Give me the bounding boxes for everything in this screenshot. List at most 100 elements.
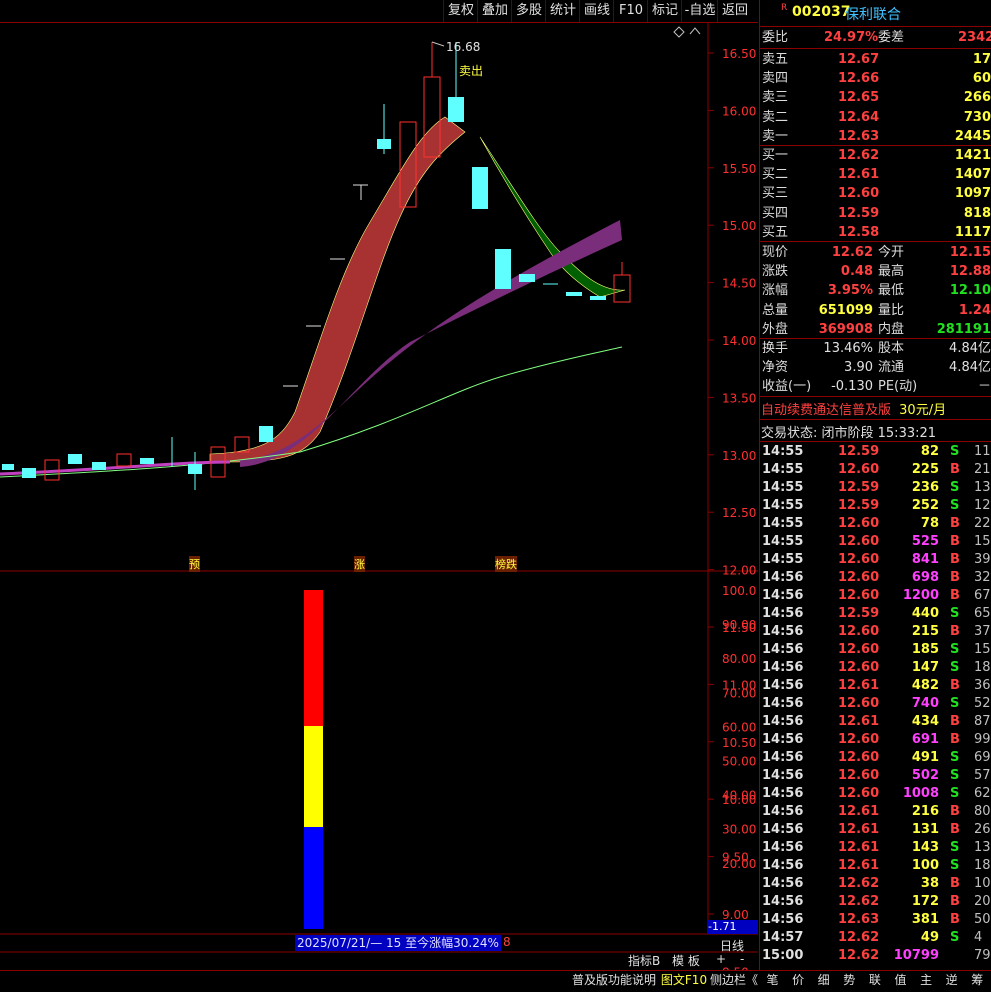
tick-count: 57 — [974, 768, 991, 783]
tick-price: 12.60 — [838, 732, 880, 747]
template-button[interactable]: 模 板 — [672, 952, 700, 969]
tick-time: 14:56 — [762, 750, 804, 765]
side-tab-6[interactable]: 主 — [914, 970, 939, 991]
tick-count: 18 — [974, 858, 991, 873]
tick-count: 50 — [974, 912, 991, 927]
side-tab-2[interactable]: 细 — [811, 970, 836, 991]
stat-row: 总量 651099 量比 1.24 — [762, 301, 991, 320]
tick-row: 14:57 12.62 49 S 4 — [762, 929, 991, 947]
tick-price: 12.62 — [838, 948, 880, 963]
tick-count: 18 — [974, 660, 991, 675]
bid-volume: 1117 — [954, 224, 991, 240]
tick-volume: 82 — [920, 444, 939, 459]
tick-price: 12.62 — [838, 894, 880, 909]
tick-time: 14:56 — [762, 768, 804, 783]
zoom-out-button[interactable]: - — [740, 952, 744, 966]
ask-row: 卖四 12.66 60 — [762, 69, 991, 88]
tick-row: 14:56 12.61 216 B 80 — [762, 803, 991, 821]
weibi-row: 委比 24.97% 委差 2342 — [762, 28, 991, 47]
indicator-tick: 80.00 — [722, 652, 756, 666]
tick-time: 14:56 — [762, 804, 804, 819]
stat-label: 现价 — [762, 245, 789, 260]
ask-price: 12.64 — [838, 109, 880, 125]
tick-count: 65 — [974, 606, 991, 621]
toolbar-button-2[interactable]: 多股 — [511, 0, 546, 22]
stat-label: 外盘 — [762, 321, 789, 337]
tick-time: 14:56 — [762, 714, 804, 729]
f10-link[interactable]: 图文F10 — [660, 970, 708, 991]
ask-price: 12.67 — [838, 52, 880, 67]
stat-row: 净资 3.90 流通 4.84亿 — [762, 358, 991, 377]
toolbar-button-7[interactable]: -自选 — [681, 0, 718, 22]
ask-label: 卖五 — [762, 52, 789, 67]
stat-label: 流通 — [878, 360, 905, 376]
price-tick: 15.50 — [722, 162, 756, 176]
bid-price: 12.61 — [838, 167, 880, 183]
toolbar-button-5[interactable]: F10 — [613, 0, 648, 22]
tick-time: 14:55 — [762, 552, 804, 567]
side-tab-7[interactable]: 逆 — [939, 970, 964, 991]
tick-row: 14:56 12.61 100 S 18 — [762, 857, 991, 875]
bid-volume: 1097 — [954, 186, 991, 202]
side-tab-0[interactable]: 笔 — [760, 970, 785, 991]
zoom-in-button[interactable]: + — [716, 952, 726, 966]
stat-value: 12.88 — [949, 264, 991, 280]
ask-volume: 266 — [963, 90, 991, 106]
side-tab-5[interactable]: 值 — [888, 970, 913, 991]
sell-signal: 卖出 — [459, 64, 484, 78]
promo[interactable]: 自动续费通达信普及版 30元/月 — [761, 399, 946, 418]
tick-volume: 381 — [911, 912, 939, 927]
tick-price: 12.60 — [838, 570, 880, 585]
tick-row: 14:56 12.61 434 B 87 — [762, 713, 991, 731]
tick-volume: 1008 — [902, 786, 939, 801]
tick-count: 22 — [974, 516, 991, 531]
tick-volume: 143 — [911, 840, 939, 855]
tick-time: 14:56 — [762, 642, 804, 657]
chevron-up-icon — [689, 27, 701, 35]
tick-price: 12.61 — [838, 840, 880, 855]
tick-count: 87 — [974, 714, 991, 729]
help-link[interactable]: 普及版功能说明 — [570, 970, 658, 991]
tick-time: 14:57 — [762, 930, 804, 945]
side-tab-8[interactable]: 筹 — [965, 970, 990, 991]
bid-label: 买四 — [762, 205, 789, 221]
tick-count: 11 — [974, 444, 991, 459]
tick-volume: 434 — [911, 714, 939, 729]
tick-side: S — [950, 786, 960, 801]
toolbar-button-6[interactable]: 标记 — [647, 0, 682, 22]
side-tab-3[interactable]: 势 — [837, 970, 862, 991]
stat-value: 369908 — [818, 321, 873, 337]
tick-volume: 502 — [911, 768, 939, 783]
tick-row: 14:56 12.60 698 B 32 — [762, 569, 991, 587]
toolbar-button-3[interactable]: 统计 — [545, 0, 580, 22]
period-button[interactable]: 日线 — [720, 937, 744, 954]
tick-count: 52 — [974, 696, 991, 711]
side-tab-4[interactable]: 联 — [862, 970, 887, 991]
sidebar-toggle[interactable]: 侧边栏《 — [708, 970, 760, 991]
indicator-tick: 40.00 — [722, 789, 756, 803]
tick-time: 14:56 — [762, 786, 804, 801]
tick-row: 14:56 12.61 131 B 26 — [762, 821, 991, 839]
tick-volume: 100 — [911, 858, 939, 873]
tick-side: S — [950, 660, 960, 675]
tick-time: 14:56 — [762, 858, 804, 873]
toolbar-button-8[interactable]: 返回 — [717, 0, 752, 22]
kline-chart[interactable]: 16.50 16.00 15.50 15.00 14.50 14.00 13.50 13.00… — [0, 22, 758, 970]
tick-side: B — [950, 912, 960, 927]
toolbar-button-1[interactable]: 叠加 — [477, 0, 512, 22]
tick-side: B — [950, 714, 960, 729]
tick-count: 15 — [974, 534, 991, 549]
toolbar-button-0[interactable]: 复权 — [443, 0, 478, 22]
stat-label: 内盘 — [878, 321, 905, 337]
promo-text[interactable]: 自动续费通达信普及版 — [761, 403, 891, 418]
toolbar-button-4[interactable]: 画线 — [579, 0, 614, 22]
indicator-button[interactable]: 指标B — [628, 952, 660, 969]
price-tick: 16.50 — [722, 47, 756, 61]
tick-volume: 236 — [911, 480, 939, 495]
tick-price: 12.60 — [838, 624, 880, 639]
bid-volume: 1421 — [954, 148, 991, 163]
side-tab-1[interactable]: 价 — [786, 970, 811, 991]
trade-status: 交易状态: 闭市阶段 15:33:21 — [761, 426, 937, 441]
candle — [495, 249, 511, 289]
indicator-tick: 20.00 — [722, 857, 756, 871]
